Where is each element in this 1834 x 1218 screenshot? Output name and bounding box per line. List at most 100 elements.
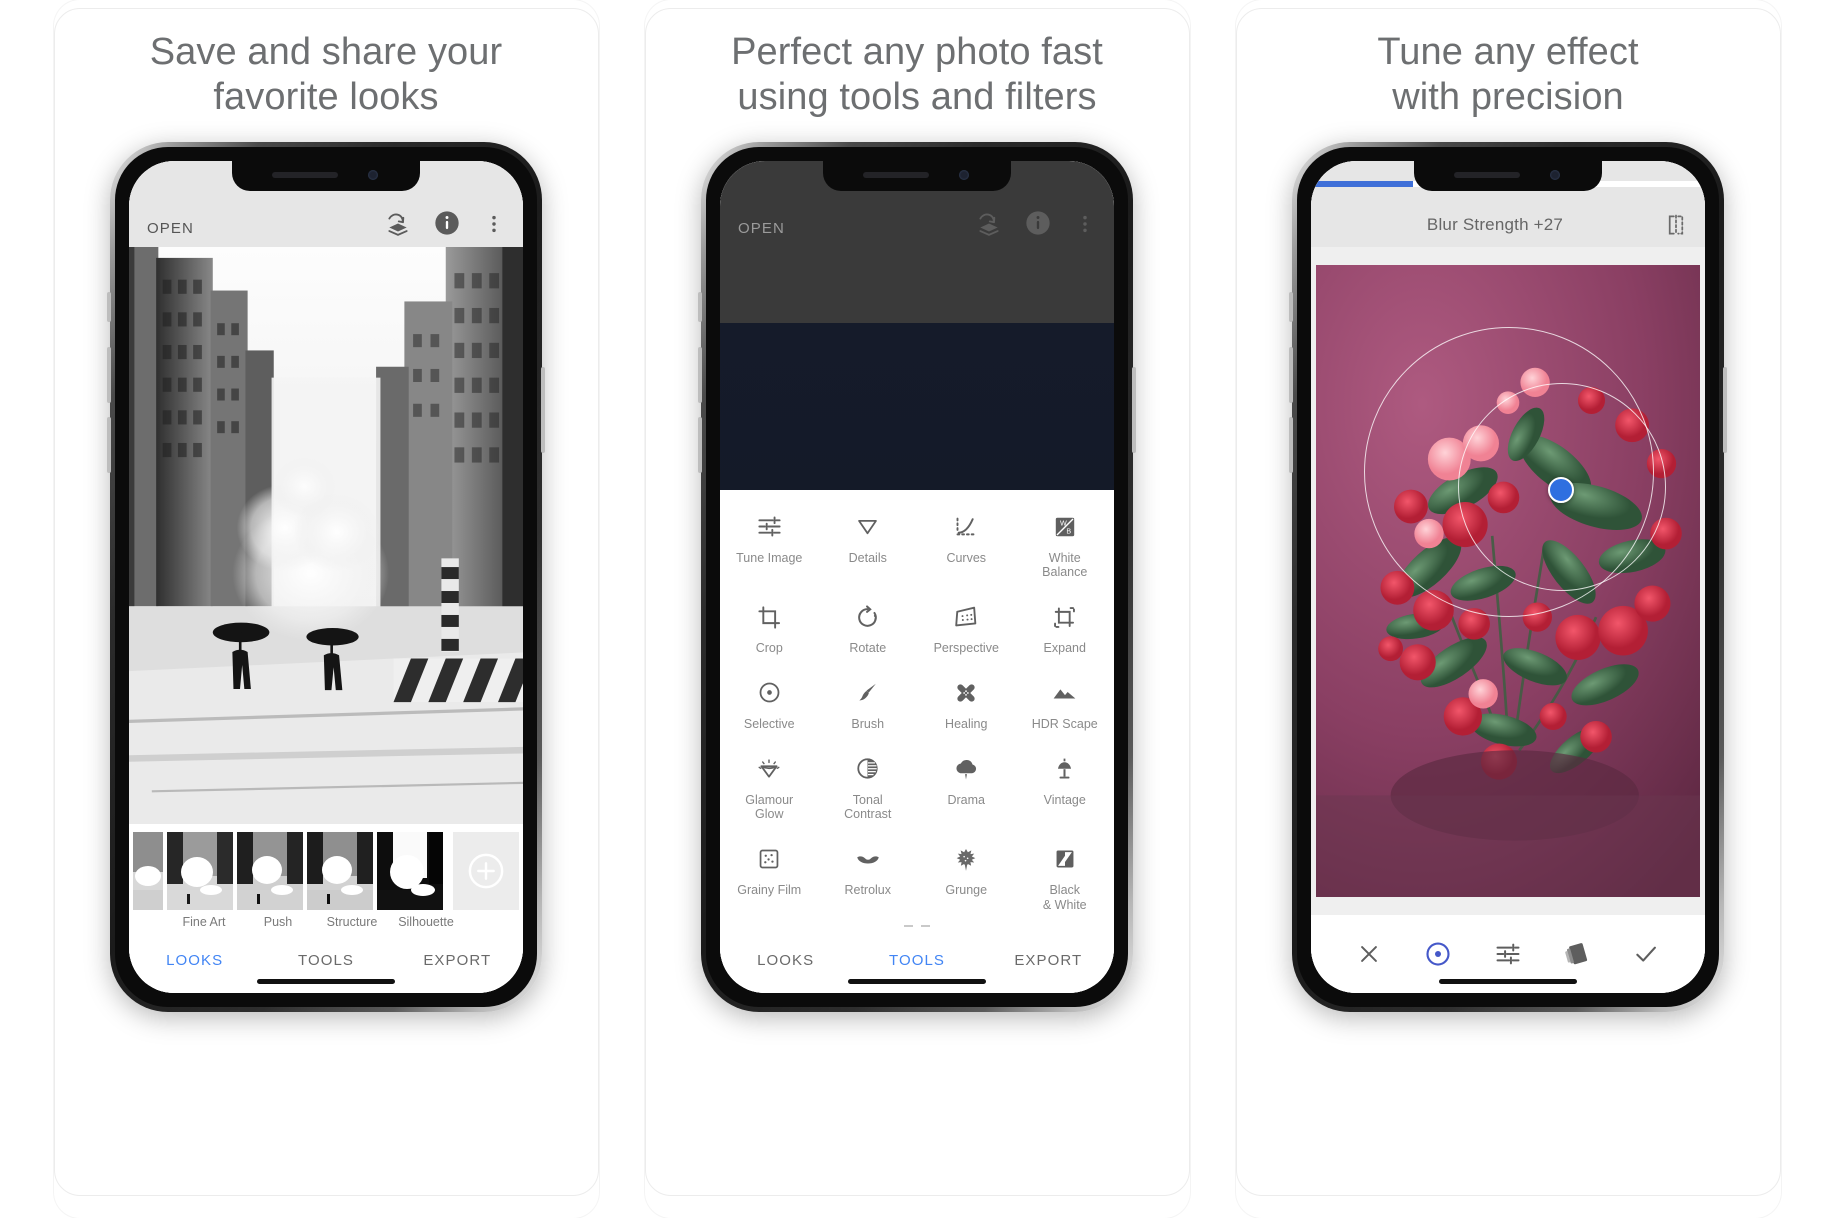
curves-icon — [953, 512, 980, 542]
hdr-scape-icon — [1050, 678, 1079, 708]
home-indicator-2 — [848, 978, 986, 984]
grunge-icon — [952, 844, 980, 874]
tool-perspective[interactable]: Perspective — [917, 590, 1016, 662]
snapseed-app-tune: Blur Strength +27 — [1311, 160, 1705, 993]
compare-split-icon[interactable] — [1663, 212, 1689, 238]
photo-canvas-3[interactable] — [1311, 246, 1705, 915]
info-icon[interactable] — [1024, 209, 1052, 237]
tool-white-balance[interactable]: W B White Balance — [1016, 500, 1115, 587]
tool-label: Selective — [743, 716, 795, 731]
tool-label: Glamour Glow — [745, 792, 794, 822]
snapseed-app-looks: OPEN Fine Art Push Structure Silhouette … — [129, 160, 523, 993]
tool-glamour-glow[interactable]: Glamour Glow — [720, 742, 819, 829]
adjust-sliders-icon[interactable] — [1494, 940, 1522, 968]
look-thumbnail[interactable] — [307, 831, 373, 910]
tool-crop[interactable]: Crop — [720, 590, 819, 662]
tab-looks[interactable]: LOOKS — [129, 952, 260, 969]
tool-tonal-contrast[interactable]: Tonal Contrast — [819, 742, 918, 829]
tool-grunge[interactable]: Grunge — [917, 832, 1016, 919]
tab-export[interactable]: EXPORT — [983, 952, 1114, 969]
promo-screenshot-stage: Save and share your favorite looks OPEN — [0, 0, 1834, 1218]
front-camera-icon — [368, 169, 378, 180]
add-look-button[interactable] — [453, 831, 519, 910]
tools-panel: Tune Image Details Curves W B White Bala… — [720, 489, 1115, 929]
phone-notch-2 — [823, 160, 1011, 191]
tool-label: Perspective — [933, 641, 999, 656]
power-button-3 — [1723, 366, 1727, 453]
tab-export[interactable]: EXPORT — [392, 952, 523, 969]
tool-label: Expand — [1043, 641, 1086, 656]
tool-healing[interactable]: Healing — [917, 666, 1016, 738]
volume-up-button-2 — [698, 346, 702, 403]
tool-hdr-scape[interactable]: HDR Scape — [1016, 666, 1115, 738]
tool-drama[interactable]: Drama — [917, 742, 1016, 829]
volume-down-button-3 — [1289, 416, 1293, 473]
look-thumbnail[interactable] — [377, 831, 443, 910]
info-icon[interactable] — [433, 209, 461, 237]
open-button[interactable]: OPEN — [147, 220, 194, 237]
open-button[interactable]: OPEN — [738, 220, 785, 237]
tool-brush[interactable]: Brush — [819, 666, 918, 738]
tune-image-icon — [756, 512, 783, 542]
tab-tools[interactable]: TOOLS — [260, 952, 391, 969]
photo-canvas-1[interactable] — [129, 246, 523, 824]
page-title: Blur Strength +27 — [1426, 214, 1564, 234]
handle-dash — [904, 924, 913, 927]
phone-bezel-2: OPEN Tune Image Details Curves W B White… — [706, 146, 1128, 1007]
overflow-menu-icon[interactable] — [1074, 211, 1096, 237]
home-indicator-1 — [257, 978, 395, 984]
power-button-1 — [541, 366, 545, 453]
details-icon — [854, 512, 881, 542]
tool-label: Tune Image — [736, 550, 803, 565]
tab-tools[interactable]: TOOLS — [851, 952, 982, 969]
earpiece-speaker — [1454, 171, 1520, 178]
close-icon[interactable] — [1356, 941, 1382, 967]
tool-label: Retrolux — [844, 883, 892, 898]
healing-icon — [952, 678, 980, 708]
phone-notch-3 — [1414, 160, 1602, 191]
svg-text:W: W — [1060, 519, 1067, 527]
white-balance-icon: W B — [1052, 512, 1078, 542]
stack-cards-icon[interactable] — [1563, 940, 1591, 968]
retrolux-icon — [853, 844, 883, 874]
phone-mockup-3: Blur Strength +27 — [1289, 141, 1727, 1012]
look-label — [135, 915, 165, 929]
more-tools-handle[interactable] — [720, 919, 1114, 929]
tool-label: Healing — [945, 716, 988, 731]
photo-canvas-2[interactable]: Tune Image Details Curves W B White Bala… — [720, 246, 1115, 929]
tool-grainy-film[interactable]: Grainy Film — [720, 832, 819, 919]
look-label: Silhouette — [398, 914, 454, 929]
tune-title-row: Blur Strength +27 — [1311, 212, 1705, 238]
tool-black-and-white[interactable]: Black & White — [1016, 832, 1115, 919]
tool-details[interactable]: Details — [819, 500, 918, 587]
overflow-menu-icon[interactable] — [483, 211, 505, 237]
look-thumbnail[interactable] — [237, 831, 303, 910]
tool-retrolux[interactable]: Retrolux — [819, 832, 918, 919]
looks-thumbnail-row[interactable] — [129, 831, 523, 910]
tonal-contrast-icon — [854, 754, 881, 784]
mute-switch-3 — [1289, 291, 1293, 322]
mute-switch-2 — [698, 291, 702, 322]
tool-rotate[interactable]: Rotate — [819, 590, 918, 662]
look-label: Structure — [326, 914, 378, 929]
tool-tune-image[interactable]: Tune Image — [720, 500, 819, 587]
tool-expand[interactable]: Expand — [1016, 590, 1115, 662]
front-camera-icon — [959, 169, 969, 180]
tool-curves[interactable]: Curves — [917, 500, 1016, 587]
tool-selective[interactable]: Selective — [720, 666, 819, 738]
front-camera-icon — [1550, 169, 1560, 180]
look-thumbnail[interactable] — [133, 831, 163, 910]
selective-control-point[interactable] — [1548, 476, 1574, 503]
tab-looks[interactable]: LOOKS — [720, 952, 851, 969]
phone-mockup-2: OPEN Tune Image Details Curves W B White… — [698, 141, 1136, 1012]
look-thumbnail[interactable] — [167, 831, 233, 910]
rotate-icon — [854, 602, 881, 632]
selective-point-icon[interactable] — [1423, 939, 1453, 969]
looks-label-row: Fine Art Push Structure Silhouette — [129, 915, 523, 929]
stack-undo-icon[interactable] — [976, 211, 1002, 237]
check-icon[interactable] — [1632, 940, 1660, 968]
phone-frame-2: OPEN Tune Image Details Curves W B White… — [698, 141, 1136, 1012]
progress-fill — [1311, 180, 1414, 187]
tool-vintage[interactable]: Vintage — [1016, 742, 1115, 829]
stack-undo-icon[interactable] — [385, 211, 411, 237]
